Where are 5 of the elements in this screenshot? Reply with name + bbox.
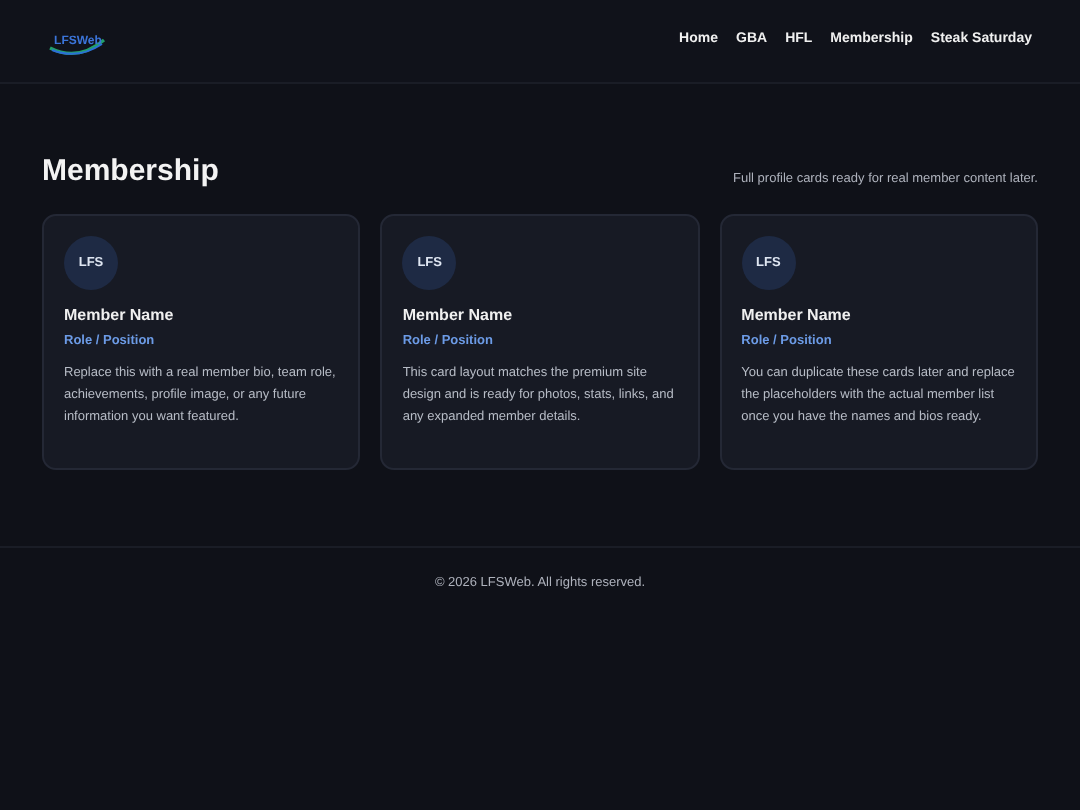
member-name: Member Name bbox=[741, 308, 853, 324]
member-name: Member Name bbox=[64, 308, 176, 324]
swoosh-icon bbox=[48, 37, 108, 57]
page-title: Membership bbox=[42, 156, 219, 186]
member-name: Member Name bbox=[402, 308, 515, 324]
